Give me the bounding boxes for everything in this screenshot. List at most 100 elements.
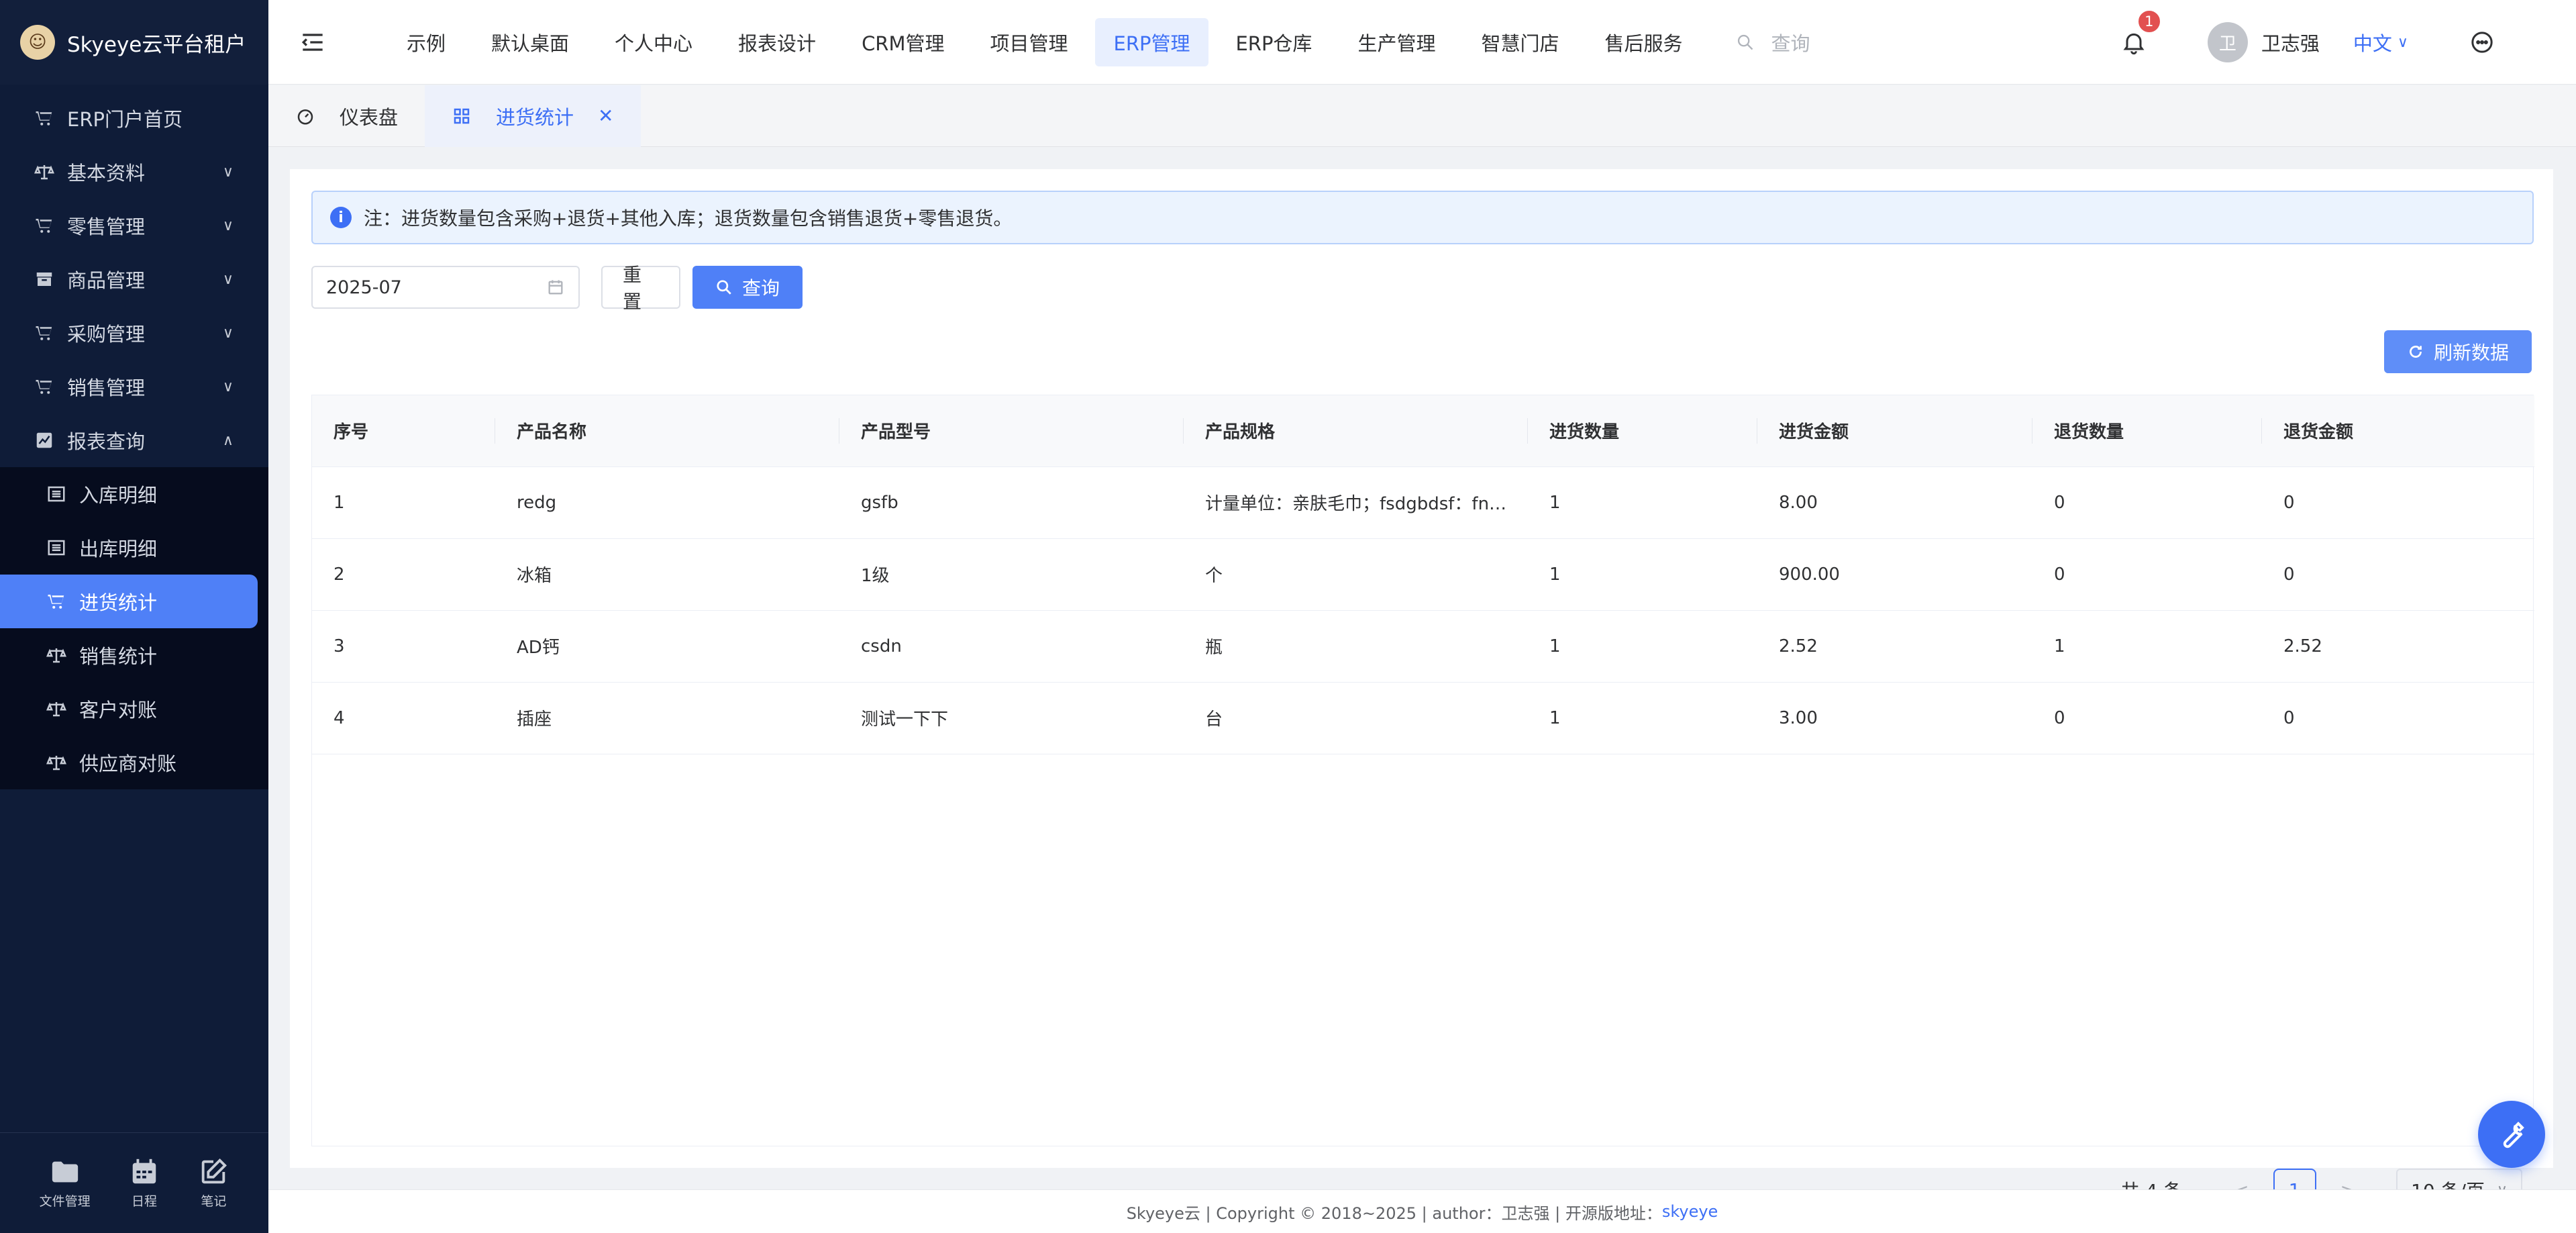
top-nav-item[interactable]: ERP管理 [1094,17,1209,66]
sidebar-item-label: 零售管理 [67,215,146,238]
table-cell: 4 [312,682,495,754]
sidebar-item-4[interactable]: 采购管理 ∨ [0,306,268,360]
table-cell: 1 [2032,610,2262,683]
topbar: 示例 默认桌面 个人中心 报表设计 CRM管理 项目管理 ERP管理 ERP仓库 生产管理 智慧门… [268,0,2576,85]
top-nav-item[interactable]: 默认桌面 [472,18,588,66]
footer-link[interactable]: skyeye [1662,1202,1718,1221]
table-cell: 0 [2262,682,2534,754]
sidebar-subitem-0[interactable]: 入库明细 [0,467,268,521]
sidebar-subitem-2[interactable]: 进货统计 [0,575,258,628]
sidebar-item-0[interactable]: ERP门户首页 [0,91,268,145]
table-cell: 插座 [495,682,839,754]
month-picker[interactable]: 2025-07 [311,266,580,309]
table-cell: csdn [839,610,1184,683]
column-header-label: 产品规格 [1205,422,1276,443]
sidebar-subitem-4[interactable]: 客户对账 [0,682,268,736]
sidebar-footer-item-0[interactable]: 文件管理 [40,1156,91,1210]
cart-icon [34,107,55,129]
chevron-down-icon: ∨ [222,164,234,181]
table-cell: 台 [1184,682,1528,754]
list-icon [46,483,67,505]
table-cell: 0 [2262,466,2534,539]
refresh-icon [2410,346,2422,358]
sidebar-subitem-3[interactable]: 销售统计 [0,628,268,682]
wrench-icon [2503,1122,2524,1148]
tab-dashboard[interactable]: 仪表盘 [268,85,425,147]
sidebar-item-2[interactable]: 零售管理 ∨ [0,199,268,252]
sidebar-item-1[interactable]: 基本资料 ∨ [0,145,268,199]
top-nav-item[interactable]: 示例 [388,18,464,66]
avatar[interactable]: 卫 [2207,22,2248,62]
sidebar-item-3[interactable]: 商品管理 ∨ [0,252,268,306]
sidebar-footer-item-1[interactable]: 日程 [129,1156,160,1210]
sidebar-footer: 文件管理 日程 笔记 [0,1132,268,1233]
cart-icon [46,591,67,612]
settings-fab[interactable] [2478,1101,2545,1168]
table-row[interactable]: 4 插座 测试一下下台 1 3.00 0 0 [312,682,2534,754]
message-icon[interactable] [2469,29,2495,56]
data-table: 序号 产品名称 产品型号 产品规格 进货数量 进货金额 退货数量 退货金额 1 redg gsfb… [311,395,2534,1212]
top-nav-item[interactable]: 售后服务 [1586,18,1701,66]
sidebar-subitem-label: 销售统计 [79,645,158,668]
notice-text: 注：进货数量包含采购+退货+其他入库；退货数量包含销售退货+零售退货。 [364,207,1013,230]
chevron-down-icon: ∨ [222,271,234,288]
table-cell: 冰箱 [495,538,839,611]
collapse-menu-icon[interactable] [298,28,327,57]
note-icon [198,1156,229,1187]
table-body: 1 redg gsfb 计量单位：亲肤毛巾；fsdgbdsf：fngjnfgh 1 8.0… [312,466,2534,754]
table-cell: 1 [1528,466,1757,539]
notification-badge: 1 [2136,9,2162,34]
top-nav-item[interactable]: CRM管理 [843,18,963,66]
top-nav-item[interactable]: 项目管理 [971,18,1086,66]
top-nav-item[interactable]: 生产管理 [1339,18,1454,66]
table-row[interactable]: 1 redg gsfb 计量单位：亲肤毛巾；fsdgbdsf：fngjnfgh 1 8.0… [312,466,2534,539]
sidebar-subitem-1[interactable]: 出库明细 [0,521,268,575]
close-icon[interactable]: ✕ [598,105,613,127]
cart-icon [34,376,55,397]
table-row[interactable]: 2 冰箱 1级个 1 900.00 0 0 [312,538,2534,611]
top-nav-item[interactable]: 个人中心 [596,18,711,66]
sidebar-item-5[interactable]: 销售管理 ∨ [0,360,268,413]
scale-icon [46,644,67,666]
chevron-down-icon: ∨ [2397,34,2408,51]
sidebar-item-label: 报表查询 [67,430,146,453]
footer-text: Skyeye云 | Copyright © 2018~2025 | author… [1126,1203,1662,1223]
column-header-label: 产品型号 [861,422,931,443]
top-search[interactable]: 查询 [1736,28,1810,56]
query-button-label: 查询 [741,277,780,299]
language-select[interactable]: 中文 ∨ [2353,28,2408,56]
sidebar-item-label: 基本资料 [67,162,146,185]
refresh-button[interactable]: 刷新数据 [2384,330,2532,373]
top-nav-item[interactable]: 报表设计 [719,18,835,66]
top-nav-item[interactable]: ERP仓库 [1217,18,1331,66]
column-header-label: 产品名称 [517,422,587,443]
top-nav-item[interactable]: 智慧门店 [1462,18,1578,66]
table-cell: 1 [1528,682,1757,754]
notification-button[interactable]: 1 [2120,9,2162,56]
refresh-button-label: 刷新数据 [2433,342,2509,364]
calendar-icon [129,1156,160,1187]
sidebar-subitem-5[interactable]: 供应商对账 [0,736,268,789]
chevron-down-icon: ∨ [222,379,234,395]
sidebar: ☺ Skyeye云平台租户 ERP门户首页 基本资料 ∨ 零售管理 ∨ 商品管理 ∨ 采购管理… [0,0,268,1233]
chevron-down-icon: ∨ [222,325,234,342]
table-row[interactable]: 3 AD钙 csdn 瓶 1 2.52 1 2.52 [312,610,2534,683]
brand[interactable]: ☺ Skyeye云平台租户 [0,0,268,85]
sidebar-footer-item-2[interactable]: 笔记 [198,1156,229,1210]
sidebar-subitem-label: 入库明细 [79,484,158,507]
column-header-label: 进货金额 [1779,422,1849,443]
chevron-down-icon: ∨ [222,217,234,234]
table-cell: 3 [312,610,495,683]
user-name[interactable]: 卫志强 [2261,28,2320,56]
table-cell: 1 [1528,538,1757,611]
month-picker-value: 2025-07 [326,277,402,298]
brand-name: Skyeye云平台租户 [67,32,246,57]
table-header-cell: 进货金额 [1757,395,2032,467]
query-button[interactable]: 查询 [692,266,803,309]
tab-purchase-stats[interactable]: 进货统计 ✕ [425,85,641,147]
table-cell: 2.52 [1757,610,2032,683]
sidebar-item-6[interactable]: 报表查询 ∧ [0,413,268,467]
main-content: i 注：进货数量包含采购+退货+其他入库；退货数量包含销售退货+零售退货。 20… [290,169,2553,1212]
reset-button[interactable]: 重置 [601,264,680,313]
box-icon [34,268,55,290]
